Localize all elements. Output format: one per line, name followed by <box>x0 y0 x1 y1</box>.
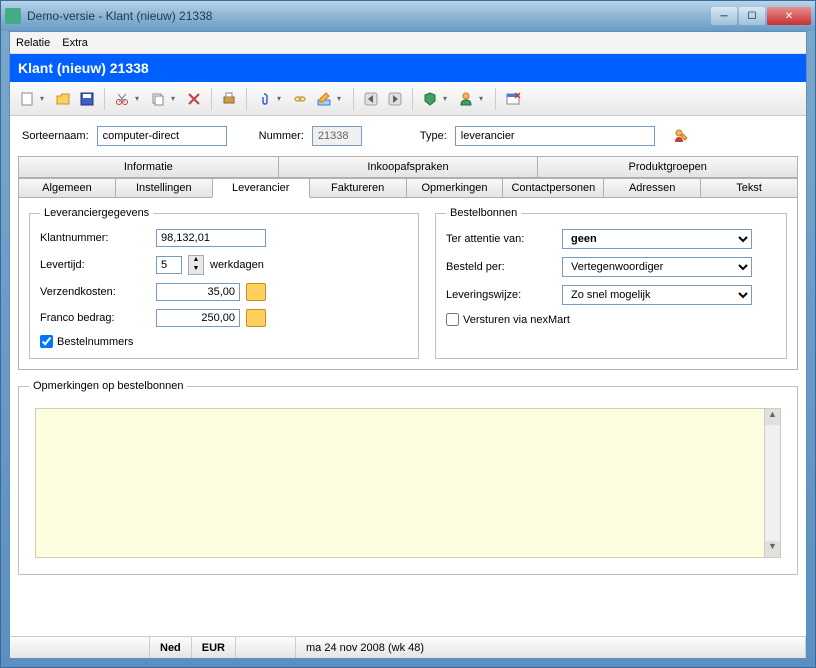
type-label: Type: <box>420 130 447 142</box>
help-button[interactable] <box>419 88 441 110</box>
window-controls: ─ ☐ ✕ <box>711 7 811 25</box>
comments-textarea[interactable]: ▲ ▼ <box>35 408 781 558</box>
tab-leverancier[interactable]: Leverancier <box>212 178 310 198</box>
leveringswijze-label: Leveringswijze: <box>446 289 556 301</box>
menu-relatie[interactable]: Relatie <box>16 37 50 49</box>
klantnummer-label: Klantnummer: <box>40 232 150 244</box>
tab-inkoopafspraken[interactable]: Inkoopafspraken <box>278 156 539 178</box>
app-window: Demo-versie - Klant (nieuw) 21338 ─ ☐ ✕ … <box>0 0 816 668</box>
bestelnummers-label: Bestelnummers <box>57 336 133 348</box>
levertijd-spinner[interactable]: ▲▼ <box>188 255 204 275</box>
tabs: Informatie Inkoopafspraken Produktgroepe… <box>10 156 806 370</box>
new-dropdown[interactable]: ▾ <box>40 94 50 103</box>
next-button[interactable] <box>384 88 406 110</box>
levertijd-unit: werkdagen <box>210 259 264 271</box>
copy-dropdown[interactable]: ▾ <box>171 94 181 103</box>
app-icon <box>5 8 21 24</box>
client-area: Relatie Extra Klant (nieuw) 21338 ▾ ▾ ▾ … <box>9 31 807 659</box>
close-button[interactable]: ✕ <box>767 7 811 25</box>
levertijd-label: Levertijd: <box>40 259 150 271</box>
franco-input[interactable] <box>156 309 240 327</box>
klantnummer-input[interactable] <box>156 229 266 247</box>
comments-group: Opmerkingen op bestelbonnen ▲ ▼ <box>18 380 798 575</box>
print-button[interactable] <box>218 88 240 110</box>
user-dropdown[interactable]: ▾ <box>479 94 489 103</box>
window-title: Demo-versie - Klant (nieuw) 21338 <box>27 9 711 23</box>
edit-dropdown[interactable]: ▾ <box>337 94 347 103</box>
prev-button[interactable] <box>360 88 382 110</box>
new-button[interactable] <box>16 88 38 110</box>
besteld-per-select[interactable]: Vertegenwoordiger <box>562 257 752 277</box>
besteld-per-label: Besteld per: <box>446 261 556 273</box>
tab-algemeen[interactable]: Algemeen <box>18 178 116 198</box>
verzendkosten-input[interactable] <box>156 283 240 301</box>
copy-button[interactable] <box>147 88 169 110</box>
window-close-button[interactable] <box>502 88 524 110</box>
page-title: Klant (nieuw) 21338 <box>18 60 149 76</box>
toolbar: ▾ ▾ ▾ ▾ ▾ ▾ ▾ <box>10 82 806 116</box>
user-edit-icon[interactable] <box>673 128 689 144</box>
versturen-checkbox[interactable] <box>446 313 459 326</box>
attach-button[interactable] <box>253 88 275 110</box>
statusbar: Ned EUR ma 24 nov 2008 (wk 48) <box>10 636 806 658</box>
cut-dropdown[interactable]: ▾ <box>135 94 145 103</box>
link-button[interactable] <box>289 88 311 110</box>
tab-instellingen[interactable]: Instellingen <box>115 178 213 198</box>
sorteernaam-input[interactable] <box>97 126 227 146</box>
franco-label: Franco bedrag: <box>40 312 150 324</box>
save-button[interactable] <box>76 88 98 110</box>
edit-button[interactable] <box>313 88 335 110</box>
form-row: Sorteernaam: Nummer: Type: <box>10 116 806 156</box>
verzendkosten-label: Verzendkosten: <box>40 286 150 298</box>
nummer-input <box>312 126 362 146</box>
bestelbonnen-legend: Bestelbonnen <box>446 207 521 219</box>
tab-produktgroepen[interactable]: Produktgroepen <box>537 156 798 178</box>
leveranciergegevens-group: Leveranciergegevens Klantnummer: Leverti… <box>29 207 419 359</box>
bestelnummers-checkbox[interactable] <box>40 335 53 348</box>
open-button[interactable] <box>52 88 74 110</box>
comments-legend: Opmerkingen op bestelbonnen <box>29 380 187 392</box>
cut-button[interactable] <box>111 88 133 110</box>
versturen-label: Versturen via nexMart <box>463 314 570 326</box>
sorteernaam-label: Sorteernaam: <box>22 130 89 142</box>
bestelbonnen-group: Bestelbonnen Ter attentie van: geen Best… <box>435 207 787 359</box>
tab-contactpersonen[interactable]: Contactpersonen <box>502 178 604 198</box>
minimize-button[interactable]: ─ <box>711 7 737 25</box>
ter-attentie-select[interactable]: geen <box>562 229 752 249</box>
tab-informatie[interactable]: Informatie <box>18 156 279 178</box>
delete-button[interactable] <box>183 88 205 110</box>
franco-browse-button[interactable] <box>246 309 266 327</box>
type-input[interactable] <box>455 126 655 146</box>
status-lang: Ned <box>150 637 192 658</box>
tab-pane: Leveranciergegevens Klantnummer: Leverti… <box>18 197 798 370</box>
page-header: Klant (nieuw) 21338 <box>10 54 806 82</box>
leveranciergegevens-legend: Leveranciergegevens <box>40 207 153 219</box>
ter-attentie-label: Ter attentie van: <box>446 233 556 245</box>
titlebar: Demo-versie - Klant (nieuw) 21338 ─ ☐ ✕ <box>1 1 815 31</box>
attach-dropdown[interactable]: ▾ <box>277 94 287 103</box>
tab-faktureren[interactable]: Faktureren <box>309 178 407 198</box>
leveringswijze-select[interactable]: Zo snel mogelijk <box>562 285 752 305</box>
menu-extra[interactable]: Extra <box>62 37 88 49</box>
nummer-label: Nummer: <box>259 130 304 142</box>
tab-adressen[interactable]: Adressen <box>603 178 701 198</box>
help-dropdown[interactable]: ▾ <box>443 94 453 103</box>
status-date: ma 24 nov 2008 (wk 48) <box>296 637 806 658</box>
maximize-button[interactable]: ☐ <box>739 7 765 25</box>
menubar: Relatie Extra <box>10 32 806 54</box>
status-currency: EUR <box>192 637 236 658</box>
user-button[interactable] <box>455 88 477 110</box>
verzendkosten-browse-button[interactable] <box>246 283 266 301</box>
comments-scrollbar[interactable]: ▲ ▼ <box>764 409 780 557</box>
tab-tekst[interactable]: Tekst <box>700 178 798 198</box>
tab-opmerkingen[interactable]: Opmerkingen <box>406 178 504 198</box>
levertijd-input[interactable] <box>156 256 182 274</box>
